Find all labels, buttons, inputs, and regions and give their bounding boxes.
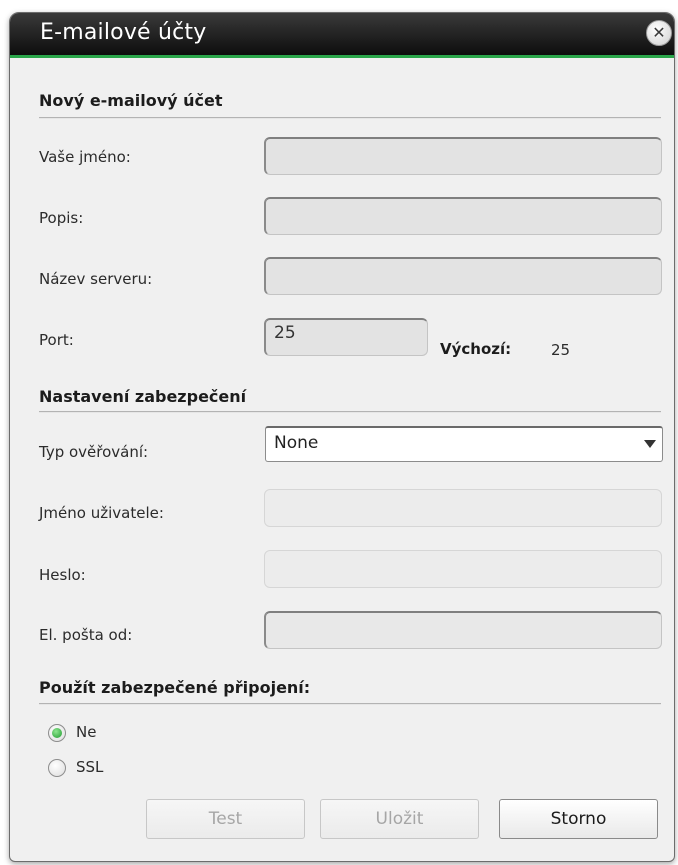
description-input[interactable] <box>264 197 662 235</box>
radio-checked-icon[interactable] <box>48 724 66 742</box>
email-accounts-dialog: E-mailové účty ✕ Nový e-mailový účet Vaš… <box>9 12 675 862</box>
auth-type-selected-value: None <box>274 433 319 453</box>
section-heading-secure-connection: Použít zabezpečené připojení: <box>39 678 311 697</box>
radio-label-ssl: SSL <box>76 758 104 776</box>
radio-label-no: Ne <box>76 723 97 741</box>
password-label: Heslo: <box>39 566 86 584</box>
auth-type-select[interactable]: None <box>265 426 663 462</box>
server-name-label: Název serveru: <box>39 270 153 288</box>
default-port-value: 25 <box>551 341 571 359</box>
from-email-input[interactable] <box>264 611 662 649</box>
section-divider <box>39 411 661 413</box>
section-heading-security: Nastavení zabezpečení <box>39 387 247 406</box>
name-input[interactable] <box>264 137 662 175</box>
test-button[interactable]: Test <box>146 799 305 839</box>
username-label: Jméno uživatele: <box>39 504 164 522</box>
section-heading-new-account: Nový e-mailový účet <box>39 91 223 110</box>
section-divider <box>39 703 661 705</box>
cancel-button[interactable]: Storno <box>499 799 658 839</box>
save-button[interactable]: Uložit <box>320 799 479 839</box>
password-input <box>264 550 662 588</box>
radio-unchecked-icon[interactable] <box>48 759 66 777</box>
title-bar: E-mailové účty ✕ <box>10 13 674 58</box>
default-port-label: Výchozí: <box>440 340 512 358</box>
chevron-down-icon <box>644 440 656 448</box>
close-icon[interactable]: ✕ <box>646 20 672 46</box>
dialog-title: E-mailové účty <box>40 20 207 45</box>
from-email-label: El. pošta od: <box>39 626 133 644</box>
port-input[interactable]: 25 <box>264 318 428 356</box>
username-input <box>264 489 662 527</box>
description-label: Popis: <box>39 209 84 227</box>
server-name-input[interactable] <box>264 257 662 295</box>
port-label: Port: <box>39 331 74 349</box>
auth-type-label: Typ ověřování: <box>39 443 149 461</box>
name-label: Vaše jméno: <box>39 148 131 166</box>
section-divider <box>39 117 661 119</box>
